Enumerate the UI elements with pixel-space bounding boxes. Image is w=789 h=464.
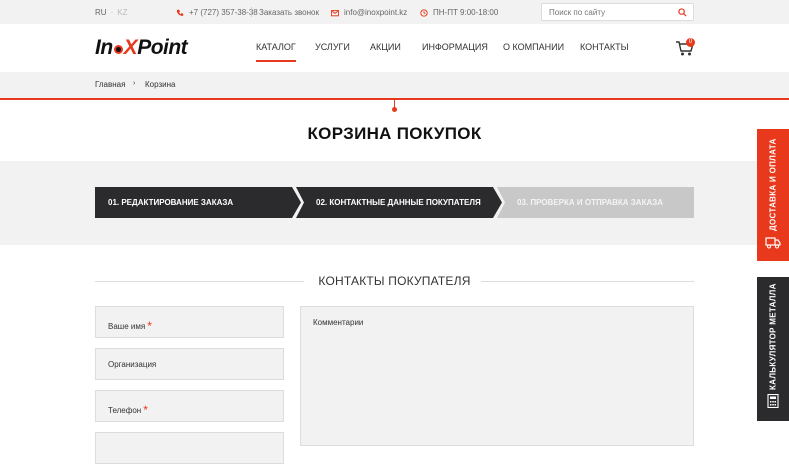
required-mark: * [143, 403, 148, 417]
nav-catalog[interactable]: КАТАЛОГ [256, 42, 296, 62]
step-2-label: 02. КОНТАКТНЫЕ ДАННЫЕ ПОКУПАТЕЛЯ [316, 198, 481, 207]
site-logo[interactable]: In X Point [95, 36, 188, 60]
delivery-payment-tab[interactable]: ДОСТАВКА И ОПЛАТА [757, 129, 789, 261]
phone-field[interactable]: Телефон * [95, 390, 284, 422]
phone-number: +7 (727) 357-38-38 [189, 8, 258, 17]
organization-field-label: Организация [108, 360, 157, 369]
search-box [541, 3, 694, 21]
callback-link[interactable]: Заказать звонок [259, 8, 319, 17]
phone-icon [176, 9, 184, 16]
step-edit-order[interactable]: 01. РЕДАКТИРОВАНИЕ ЗАКАЗА [95, 187, 301, 218]
hours-text: ПН-ПТ 9:00-18:00 [433, 8, 499, 17]
breadcrumb-current: Корзина [145, 80, 176, 89]
step-review-send[interactable]: 03. ПРОВЕРКА И ОТПРАВКА ЗАКАЗА [497, 187, 694, 218]
divider [251, 7, 252, 17]
comment-label: Комментарии [313, 318, 364, 327]
metal-calculator-tab[interactable]: КАЛЬКУЛЯТОР МЕТАЛЛА [757, 277, 789, 421]
accent-dot [392, 107, 397, 112]
search-input[interactable] [549, 8, 674, 17]
logo-text-x: X [123, 36, 138, 59]
phone-field-label: Телефон * [108, 402, 148, 417]
calculator-tab-label: КАЛЬКУЛЯТОР МЕТАЛЛА [768, 283, 778, 391]
nav-services[interactable]: УСЛУГИ [315, 42, 350, 52]
name-field-label: Ваше имя * [108, 318, 152, 333]
calculator-icon [767, 394, 779, 408]
lang-ru[interactable]: RU [95, 8, 107, 17]
site-header: In X Point КАТАЛОГ УСЛУГИ АКЦИИ ИНФОРМАЦИЯ… [0, 24, 789, 72]
lang-kz[interactable]: KZ [117, 8, 127, 17]
email-field[interactable] [95, 432, 284, 464]
clock-icon [420, 8, 428, 17]
nav-information[interactable]: ИНФОРМАЦИЯ [422, 42, 488, 52]
nav-contacts[interactable]: КОНТАКТЫ [580, 42, 629, 52]
page-title: КОРЗИНА ПОКУПОК [307, 124, 482, 143]
breadcrumb-home[interactable]: Главная [95, 80, 125, 89]
section-title: КОНТАКТЫ ПОКУПАТЕЛЯ [0, 274, 789, 288]
logo-dot-icon [113, 44, 123, 54]
comment-textarea[interactable]: Комментарии [300, 306, 694, 446]
phone-label-text: Телефон [108, 406, 142, 415]
organization-field[interactable]: Организация [95, 348, 284, 380]
lang-separator: · [110, 8, 114, 17]
truck-icon [765, 237, 781, 249]
email-contact[interactable]: info@inoxpoint.kz [331, 8, 407, 17]
step-contact-data[interactable]: 02. КОНТАКТНЫЕ ДАННЫЕ ПОКУПАТЕЛЯ [296, 187, 502, 218]
name-label-text: Ваше имя [108, 322, 146, 331]
breadcrumb-separator: › [133, 80, 136, 87]
search-icon[interactable] [678, 8, 687, 17]
logo-text-point: Point [137, 36, 188, 59]
logo-text-in: In [95, 36, 113, 59]
language-switcher: RU · KZ [95, 8, 127, 17]
work-hours: ПН-ПТ 9:00-18:00 [420, 8, 498, 17]
nav-promotions[interactable]: АКЦИИ [370, 42, 401, 52]
cart-count-badge: 0 [686, 38, 695, 47]
email-address: info@inoxpoint.kz [344, 8, 408, 17]
phone-contact[interactable]: +7 (727) 357-38-38 [176, 8, 258, 17]
name-field[interactable]: Ваше имя * [95, 306, 284, 338]
callback-label: Заказать звонок [259, 8, 319, 17]
nav-about[interactable]: О КОМПАНИИ [503, 42, 564, 52]
breadcrumb: Главная › Корзина [0, 72, 789, 99]
section-title-text: КОНТАКТЫ ПОКУПАТЕЛЯ [308, 274, 481, 288]
step-3-label: 03. ПРОВЕРКА И ОТПРАВКА ЗАКАЗА [517, 198, 664, 207]
delivery-tab-label: ДОСТАВКА И ОПЛАТА [768, 138, 778, 232]
top-bar: RU · KZ +7 (727) 357-38-38 Заказать звонок… [0, 0, 789, 24]
mail-icon [331, 9, 339, 16]
required-mark: * [147, 319, 152, 333]
step-1-label: 01. РЕДАКТИРОВАНИЕ ЗАКАЗА [108, 198, 234, 207]
